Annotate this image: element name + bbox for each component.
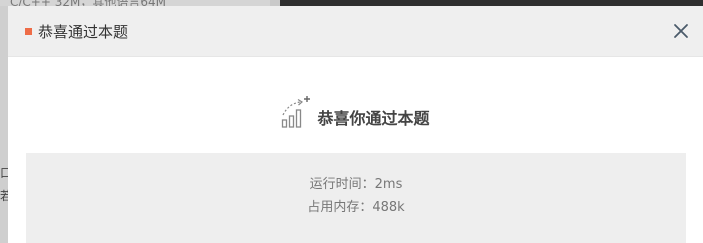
background-left-strip: 口 若: [0, 6, 8, 243]
success-heading: 恭喜你通过本题: [317, 109, 430, 128]
dialog-body: 恭喜你通过本题 运行时间：2ms 占用内存：488k: [8, 57, 703, 243]
memory-label: 占用内存：: [307, 200, 373, 215]
memory-stat: 占用内存：488k: [26, 196, 686, 219]
dialog-title: 恭喜通过本题: [38, 23, 129, 41]
runtime-stat: 运行时间：2ms: [26, 173, 686, 196]
title-marker: [25, 28, 32, 35]
result-dialog: 恭喜通过本题 恭喜你通过本题 运行时间：2ms 占用内存：488k: [8, 6, 703, 243]
dialog-header: 恭喜通过本题: [8, 6, 703, 57]
stats-panel: 运行时间：2ms 占用内存：488k: [26, 153, 686, 243]
runtime-label: 运行时间：: [309, 177, 375, 192]
close-button[interactable]: [673, 23, 689, 39]
background-char: 若: [0, 189, 8, 203]
chart-up-icon: [282, 96, 311, 128]
close-icon[interactable]: [673, 23, 689, 39]
runtime-value: 2ms: [374, 177, 403, 192]
memory-value: 488k: [372, 200, 405, 215]
success-banner: 恭喜你通过本题: [8, 95, 703, 129]
background-char: 口: [0, 166, 8, 180]
